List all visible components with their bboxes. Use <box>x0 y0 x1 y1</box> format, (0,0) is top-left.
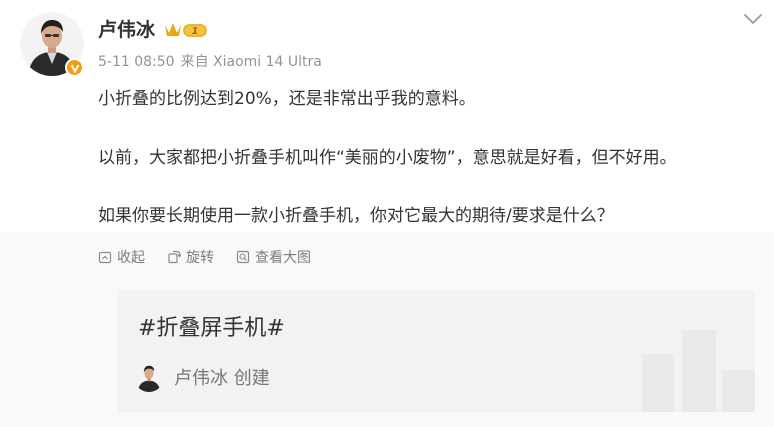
collapse-label: 收起 <box>117 250 145 266</box>
level-number: 1 <box>192 26 199 37</box>
post-paragraph: 小折叠的比例达到20%，还是非常出乎我的意料。 <box>98 89 476 109</box>
decorative-bar <box>722 370 755 412</box>
post-paragraph: 如果你要长期使用一款小折叠手机，你对它最大的期待/要求是什么？ <box>98 206 614 226</box>
rotate-icon <box>168 250 181 264</box>
creator-avatar <box>134 362 164 392</box>
topic-card[interactable]: #折叠屏手机# 卢伟冰 创建 <box>118 290 755 412</box>
verified-v-icon <box>65 58 84 77</box>
image-actions: 收起 旋转 查看大图 <box>98 247 311 267</box>
view-large-button[interactable]: 查看大图 <box>236 247 311 267</box>
zoom-in-icon <box>236 250 250 264</box>
weibo-post: 卢伟冰 1 5-11 08:50 来自 Xiaomi 14 Ultra 小折叠的比… <box>0 0 774 427</box>
view-large-label: 查看大图 <box>255 250 311 266</box>
topic-creator: 卢伟冰 创建 <box>134 362 270 392</box>
decorative-bar <box>682 330 716 412</box>
topic-title: #折叠屏手机# <box>138 316 285 341</box>
collapse-icon <box>98 251 112 264</box>
chevron-down-icon[interactable] <box>742 12 764 26</box>
post-date[interactable]: 5-11 08:50 <box>98 54 175 70</box>
collapse-button[interactable]: 收起 <box>98 247 145 267</box>
decorative-bar <box>642 354 674 412</box>
rotate-button[interactable]: 旋转 <box>167 247 214 267</box>
post-paragraph: 以前，大家都把小折叠手机叫作“美丽的小废物”，意思就是好看，但不好用。 <box>98 148 677 168</box>
rotate-label: 旋转 <box>186 250 214 266</box>
post-source: 来自 Xiaomi 14 Ultra <box>180 54 322 70</box>
post-meta: 5-11 08:50 来自 Xiaomi 14 Ultra <box>98 53 322 71</box>
author-name[interactable]: 卢伟冰 <box>98 18 155 42</box>
creator-label: 卢伟冰 创建 <box>174 368 270 389</box>
level-badge-icon[interactable]: 1 <box>163 19 209 41</box>
